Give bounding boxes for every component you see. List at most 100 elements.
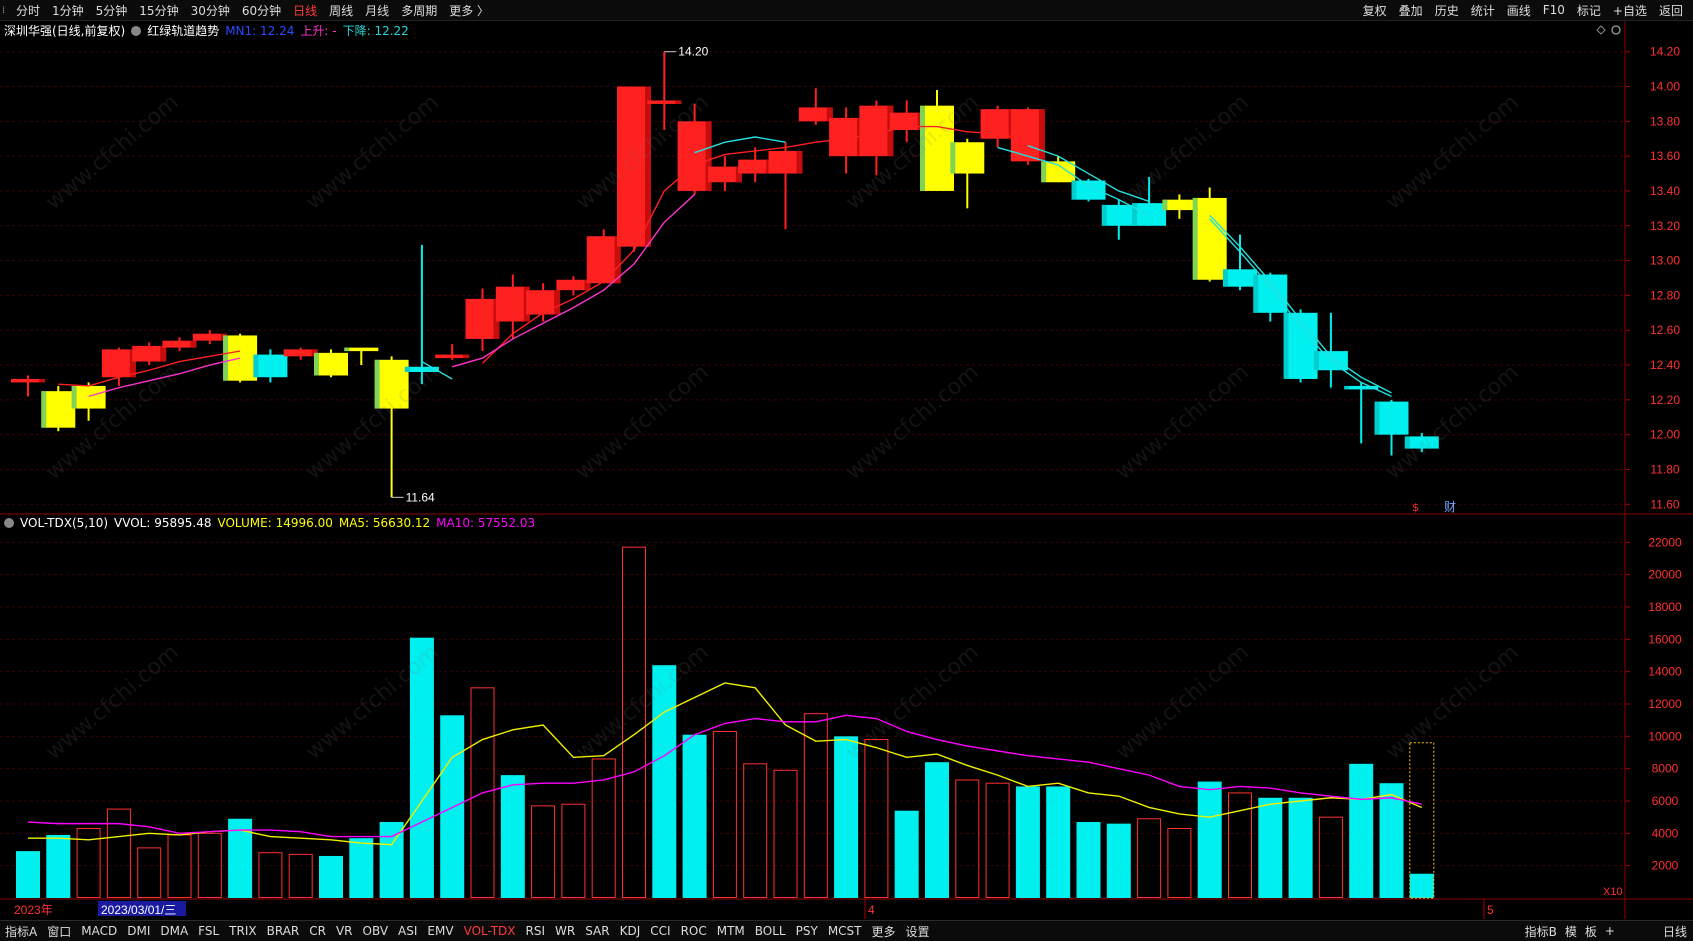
candle-edge — [1313, 351, 1319, 371]
period-0[interactable]: 分时 — [10, 2, 46, 19]
indicator-tab-2[interactable]: MACD — [76, 924, 122, 938]
indicator-tab-9[interactable]: VR — [331, 924, 358, 938]
indicator-tab-0[interactable]: 指标A — [0, 923, 42, 940]
bottom-right-1[interactable]: 模 — [1561, 923, 1581, 940]
volume-tick-label: 16000 — [1648, 632, 1682, 646]
indicator-tab-21[interactable]: BOLL — [750, 924, 791, 938]
indicator-tab-19[interactable]: ROC — [676, 924, 712, 938]
indicator-tab-25[interactable]: 设置 — [901, 923, 935, 940]
price-tick-label: 12.40 — [1650, 358, 1680, 372]
indicator-tab-3[interactable]: DMI — [122, 924, 155, 938]
candle-body — [920, 105, 954, 191]
toolbar-right-6[interactable]: 标记 — [1571, 2, 1607, 19]
candle-edge — [1253, 274, 1259, 313]
volume-toggle-icon[interactable] — [4, 518, 14, 528]
volume-panel-header: VOL-TDX(5,10) VVOL: 95895.48 VOLUME: 149… — [4, 516, 535, 530]
period-4[interactable]: 30分钟 — [185, 2, 236, 19]
indicator-tab-1[interactable]: 窗口 — [42, 923, 76, 940]
down-trend-value: 下降: 12.22 — [342, 24, 409, 38]
indicator-tab-11[interactable]: ASI — [393, 924, 422, 938]
indicator-tab-24[interactable]: 更多 — [867, 923, 901, 940]
period-7[interactable]: 周线 — [323, 2, 359, 19]
volume-tick-label: 2000 — [1652, 859, 1679, 873]
candle-edge — [675, 100, 682, 104]
indicator-tab-20[interactable]: MTM — [712, 924, 750, 938]
candle-edge — [71, 385, 77, 409]
candle-body — [1223, 269, 1257, 287]
indicator-tab-13[interactable]: VOL-TDX — [459, 924, 521, 938]
indicator-tab-4[interactable]: DMA — [155, 924, 193, 938]
period-toolbar: ⁞ 分时 1分钟 5分钟 15分钟 30分钟 60分钟 日线 周线 月线 多周期 更多 〉 复权 叠加… — [0, 0, 1693, 21]
candle-edge — [160, 345, 167, 362]
bottom-right-2[interactable]: 板 — [1581, 923, 1601, 940]
indicator-tab-17[interactable]: KDJ — [615, 924, 646, 938]
finance-report-marker: 财 — [1444, 500, 1456, 514]
volume-bar — [440, 715, 465, 898]
volume-bar — [1015, 786, 1040, 898]
bottom-right-0[interactable]: 指标B — [1521, 923, 1561, 940]
volume-bar — [925, 762, 949, 898]
indicator-tab-8[interactable]: CR — [304, 924, 331, 938]
trend-line-cyan — [421, 136, 1392, 398]
volume-tick-label: 4000 — [1652, 826, 1679, 840]
toolbar-right-4[interactable]: 画线 — [1501, 2, 1537, 19]
indicator-name[interactable]: 红绿轨道趋势 — [147, 22, 219, 39]
period-1[interactable]: 1分钟 — [46, 2, 90, 19]
period-10[interactable]: 更多 〉 — [443, 2, 495, 19]
candle-body — [1253, 274, 1288, 313]
period-2[interactable]: 5分钟 — [90, 2, 134, 19]
volume-bar — [894, 810, 919, 898]
candle-edge — [223, 335, 229, 381]
candle-body — [1071, 180, 1106, 200]
period-6[interactable]: 日线 — [287, 2, 323, 19]
indicator-tab-18[interactable]: CCI — [645, 924, 675, 938]
bottom-right-controls: 指标B 模板 + 日线 — [1521, 921, 1691, 941]
toolbar-right-0[interactable]: 复权 — [1357, 2, 1393, 19]
mn1-value: MN1: 12.24 — [225, 23, 295, 38]
indicator-tab-22[interactable]: PSY — [791, 924, 823, 938]
volume-bar — [1106, 823, 1131, 898]
indicator-tab-16[interactable]: SAR — [580, 924, 614, 938]
price-tick-label: 11.60 — [1650, 497, 1679, 511]
diamond-icon — [1596, 25, 1606, 35]
toolbar-right-8[interactable]: 返回 — [1653, 2, 1689, 19]
toolbar-right-5[interactable]: F10 — [1537, 3, 1571, 17]
volume-bar — [682, 734, 707, 898]
candle-body — [1283, 312, 1318, 379]
candle-edge — [554, 290, 561, 315]
period-9[interactable]: 多周期 — [395, 2, 443, 19]
volume-indicator-title[interactable]: VOL-TDX(5,10) — [20, 516, 108, 530]
stock-label[interactable]: 深圳华强(日线,前复权) — [4, 22, 125, 39]
indicator-tab-6[interactable]: TRIX — [224, 924, 261, 938]
candle-body — [1374, 401, 1409, 435]
toolbar-right-7[interactable]: +自选 — [1607, 2, 1653, 19]
indicator-tab-14[interactable]: RSI — [521, 924, 551, 938]
indicator-tab-5[interactable]: FSL — [193, 924, 224, 938]
volume-bar — [712, 730, 737, 898]
candle-edge — [796, 150, 803, 174]
toolbar-right-3[interactable]: 统计 — [1465, 2, 1501, 19]
kline-chart-svg[interactable]: 14.20 14.00 13.80 13.60 13.40 13.20 13.00 12.80… — [0, 21, 1693, 919]
indicator-toggle-icon[interactable] — [131, 25, 142, 36]
period-8[interactable]: 月线 — [359, 2, 395, 19]
indicator-tab-23[interactable]: MCST — [823, 924, 867, 938]
gear-icon[interactable] — [1611, 25, 1621, 35]
indicator-tab-15[interactable]: WR — [550, 924, 580, 938]
indicator-tab-10[interactable]: OBV — [358, 924, 394, 938]
indicator-tab-12[interactable]: EMV — [422, 924, 458, 938]
candle-edge — [950, 142, 956, 174]
candle-body — [253, 354, 288, 378]
toolbar-right-2[interactable]: 历史 — [1429, 2, 1465, 19]
volume-bar — [46, 834, 71, 898]
candle-edge — [1038, 109, 1045, 162]
toolbar-right-1[interactable]: 叠加 — [1393, 2, 1429, 19]
indicator-tab-7[interactable]: BRAR — [262, 924, 305, 938]
period-3[interactable]: 15分钟 — [133, 2, 184, 19]
bottom-right-3[interactable]: + — [1601, 924, 1619, 938]
period-5[interactable]: 60分钟 — [236, 2, 287, 19]
chart-area[interactable]: 14.20 14.00 13.80 13.60 13.40 13.20 13.00 12.80… — [0, 21, 1693, 919]
volume-bar — [773, 769, 798, 898]
toolbar-grip-icon[interactable]: ⁞ — [2, 5, 10, 16]
candle-body — [314, 352, 348, 376]
volume-tick-label: 22000 — [1648, 535, 1682, 549]
